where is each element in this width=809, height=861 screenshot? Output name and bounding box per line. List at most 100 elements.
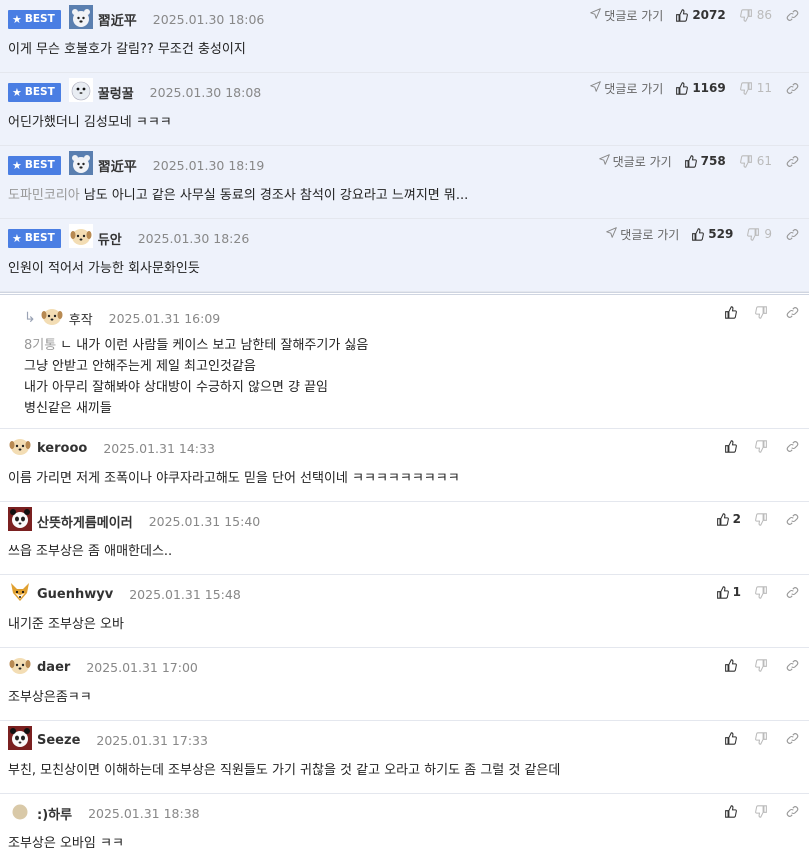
avatar[interactable] <box>8 799 37 827</box>
goto-comment-link[interactable]: 댓글로 가기 <box>598 153 672 170</box>
comment-body: 이름 가리면 저게 조폭이나 야쿠자라고해도 믿을 단어 선택이네 ㅋㅋㅋㅋㅋㅋ… <box>8 471 460 486</box>
comment-text: 어딘가했더니 김성모네 ㅋㅋㅋ <box>8 111 172 130</box>
comment: Seeze 2025.01.31 17:33 부친, 모친상이면 이해하는데 조부상… <box>0 721 809 794</box>
comment-line: 병신같은 새끼들 <box>24 398 368 419</box>
avatar[interactable] <box>68 78 98 106</box>
downvote-button[interactable]: 61 <box>739 154 772 168</box>
comment-body: 부친, 모친상이면 이해하는데 조부상은 직원들도 가기 귀찮을 것 같고 오라… <box>8 763 561 778</box>
avatar[interactable] <box>8 653 37 681</box>
comment-actions: 1 <box>716 583 799 601</box>
link-icon[interactable] <box>786 306 799 319</box>
link-icon[interactable] <box>786 440 799 453</box>
upvote-count: 1 <box>732 585 741 599</box>
upvote-button[interactable] <box>724 731 741 745</box>
thumbs-up-icon <box>675 8 692 22</box>
best-badge: ★ BEST <box>8 155 61 175</box>
best-label: BEST <box>24 13 55 25</box>
link-icon[interactable] <box>786 586 799 599</box>
link-icon[interactable] <box>786 9 799 22</box>
timestamp: 2025.01.31 18:38 <box>88 805 200 821</box>
nickname[interactable]: 習近平 <box>98 156 137 175</box>
comment-text: 부친, 모친상이면 이해하는데 조부상은 직원들도 가기 귀찮을 것 같고 오라… <box>8 759 560 778</box>
comment-body: ㄴ 내가 이런 사람들 케이스 보고 남한테 잘해주기가 싫음 <box>60 338 369 353</box>
downvote-button[interactable] <box>755 439 772 453</box>
thumbs-down-icon <box>755 305 772 319</box>
comment-actions <box>724 802 799 820</box>
nickname[interactable]: daer <box>37 660 70 675</box>
avatar[interactable] <box>8 580 37 608</box>
link-icon[interactable] <box>786 155 799 168</box>
comment-actions <box>724 656 799 674</box>
downvote-button[interactable] <box>755 731 772 745</box>
upvote-button[interactable] <box>724 658 741 672</box>
comment: daer 2025.01.31 17:00 조부상은좀ㅋㅋ <box>0 648 809 721</box>
send-icon <box>590 81 604 95</box>
comment-header: 산뜻하게름메이러 2025.01.31 15:40 <box>8 507 260 535</box>
upvote-button[interactable]: 1 <box>716 585 741 599</box>
upvote-button[interactable]: 758 <box>684 154 726 168</box>
downvote-button[interactable]: 9 <box>747 227 772 241</box>
upvote-button[interactable]: 529 <box>691 227 733 241</box>
timestamp: 2025.01.31 14:33 <box>103 440 215 456</box>
upvote-button[interactable]: 1169 <box>675 81 726 95</box>
thumbs-up-icon <box>684 154 701 168</box>
comment-text: 도파민코리아 남도 아니고 같은 사무실 동료의 경조사 참석이 강요라고 느껴지… <box>8 184 468 203</box>
upvote-count: 758 <box>700 154 726 168</box>
thumbs-up-icon <box>724 305 741 319</box>
link-icon[interactable] <box>786 228 799 241</box>
downvote-button[interactable]: 86 <box>739 8 772 22</box>
star-icon: ★ <box>12 231 22 245</box>
avatar[interactable] <box>8 507 37 535</box>
nickname[interactable]: 산뜻하게름메이러 <box>37 512 133 531</box>
comment-list: ★ BEST 習近平 2025.01.30 18:06 댓글로 가기 2072 86 이게 무… <box>0 0 809 861</box>
upvote-button[interactable] <box>724 804 741 818</box>
nickname[interactable]: 꿀렁꿀 <box>98 83 134 102</box>
nickname[interactable]: Guenhwyv <box>37 587 113 602</box>
link-icon[interactable] <box>786 732 799 745</box>
upvote-button[interactable] <box>724 439 741 453</box>
downvote-count: 11 <box>756 81 772 95</box>
reply-arrow-icon: ↳ <box>24 310 36 326</box>
goto-comment-link[interactable]: 댓글로 가기 <box>590 80 663 97</box>
link-icon[interactable] <box>786 82 799 95</box>
downvote-button[interactable] <box>755 658 772 672</box>
avatar[interactable] <box>39 304 69 332</box>
comment-actions <box>724 303 799 321</box>
avatar[interactable] <box>68 151 98 179</box>
avatar[interactable] <box>68 5 98 33</box>
nickname[interactable]: 후작 <box>69 309 93 328</box>
reply-target[interactable]: 8기통 <box>24 338 56 353</box>
comment-body: 내가 아무리 잘해봐야 상대방이 수긍하지 않으면 걍 끝임 <box>24 380 329 395</box>
downvote-count: 9 <box>764 227 772 241</box>
nickname[interactable]: 習近平 <box>98 10 137 29</box>
downvote-button[interactable] <box>755 804 772 818</box>
upvote-count: 1169 <box>692 81 726 95</box>
upvote-button[interactable]: 2 <box>716 512 741 526</box>
downvote-button[interactable] <box>755 305 772 319</box>
avatar[interactable] <box>8 726 37 754</box>
best-comment: ★ BEST 꿀렁꿀 2025.01.30 18:08 댓글로 가기 1169 11 어딘가했… <box>0 73 809 146</box>
downvote-button[interactable]: 11 <box>739 81 772 95</box>
downvote-button[interactable] <box>755 512 772 526</box>
avatar[interactable] <box>68 224 98 252</box>
nickname[interactable]: 듀안 <box>98 229 122 248</box>
nickname[interactable]: kerooo <box>37 441 87 456</box>
goto-comment-link[interactable]: 댓글로 가기 <box>606 226 679 243</box>
link-icon[interactable] <box>786 659 799 672</box>
comment-line: 내가 아무리 잘해봐야 상대방이 수긍하지 않으면 걍 끝임 <box>24 377 368 398</box>
nickname[interactable]: Seeze <box>37 733 80 748</box>
thumbs-down-icon <box>755 512 772 526</box>
avatar[interactable] <box>8 434 37 462</box>
downvote-button[interactable] <box>755 585 772 599</box>
upvote-button[interactable] <box>724 305 741 319</box>
link-icon[interactable] <box>786 513 799 526</box>
upvote-button[interactable]: 2072 <box>675 8 726 22</box>
goto-comment-link[interactable]: 댓글로 가기 <box>590 7 663 24</box>
reply-target[interactable]: 도파민코리아 <box>8 188 80 203</box>
nickname[interactable]: :)하루 <box>37 804 72 823</box>
thumbs-down-icon <box>755 439 772 453</box>
comment-actions: 댓글로 가기 758 61 <box>598 152 799 170</box>
link-icon[interactable] <box>786 805 799 818</box>
comment-body: 병신같은 새끼들 <box>24 401 112 416</box>
thumbs-down-icon <box>739 8 757 22</box>
